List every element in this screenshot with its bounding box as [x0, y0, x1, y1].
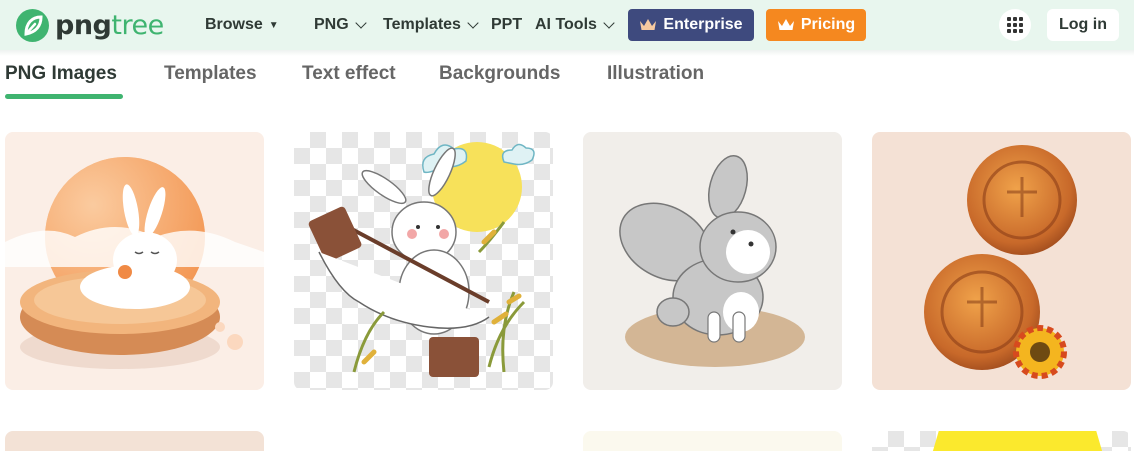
rabbit-mallet-image	[308, 142, 535, 377]
chevron-down-icon	[603, 17, 615, 29]
apps-grid-button[interactable]	[999, 9, 1031, 41]
rabbit-mooncake-image	[5, 157, 264, 369]
gallery-card-rabbit-mallet[interactable]	[294, 132, 553, 390]
nav-ai-tools[interactable]: AI Tools	[535, 14, 615, 36]
mooncakes-image	[924, 145, 1077, 379]
tab-templates[interactable]: Templates	[164, 63, 257, 85]
pngtree-logo[interactable]: pngtree	[16, 8, 164, 42]
pricing-label: Pricing	[800, 16, 856, 33]
crown-icon	[777, 19, 794, 30]
login-button[interactable]: Log in	[1047, 9, 1119, 41]
nav-ai-tools-label: AI Tools	[535, 16, 597, 33]
nav-png-label: PNG	[314, 16, 349, 33]
nav-templates-label: Templates	[383, 16, 461, 33]
nav-templates[interactable]: Templates	[383, 14, 479, 36]
tab-backgrounds[interactable]: Backgrounds	[439, 63, 560, 85]
gallery-card-row2-4[interactable]	[872, 431, 1131, 451]
enterprise-button[interactable]: Enterprise	[628, 9, 754, 41]
tab-illustration[interactable]: Illustration	[607, 63, 704, 85]
nav-png[interactable]: PNG	[314, 14, 367, 36]
active-tab-indicator	[5, 94, 123, 99]
header-divider	[0, 50, 1134, 56]
nav-ppt-label: PPT	[491, 16, 523, 33]
gallery-card-mooncakes[interactable]	[872, 132, 1131, 390]
tab-png-images[interactable]: PNG Images	[5, 63, 117, 85]
chevron-down-icon	[467, 17, 479, 29]
gallery-card-row2-3[interactable]	[583, 431, 842, 451]
logo-wordmark: pngtree	[55, 9, 164, 41]
pricing-button[interactable]: Pricing	[766, 9, 866, 41]
gray-rabbit-image	[619, 154, 805, 367]
grid-icon	[1007, 17, 1023, 33]
tab-text-effect[interactable]: Text effect	[302, 63, 396, 85]
gallery-card-rabbit-mooncake[interactable]	[5, 132, 264, 390]
gallery-card-gray-rabbit[interactable]	[583, 132, 842, 390]
enterprise-label: Enterprise	[663, 16, 743, 33]
nav-browse-label: Browse	[205, 16, 263, 33]
gallery-card-row2-1[interactable]	[5, 431, 264, 451]
yellow-shape	[930, 431, 1105, 451]
top-header: pngtree Browse ▼ PNG Templates PPT AI To…	[0, 0, 1134, 50]
chevron-down-icon	[355, 17, 367, 29]
nav-ppt[interactable]: PPT	[491, 14, 522, 36]
crown-icon	[640, 19, 657, 30]
leaf-logo-icon	[16, 8, 49, 42]
caret-down-icon: ▼	[268, 19, 279, 31]
nav-browse[interactable]: Browse ▼	[205, 14, 279, 36]
